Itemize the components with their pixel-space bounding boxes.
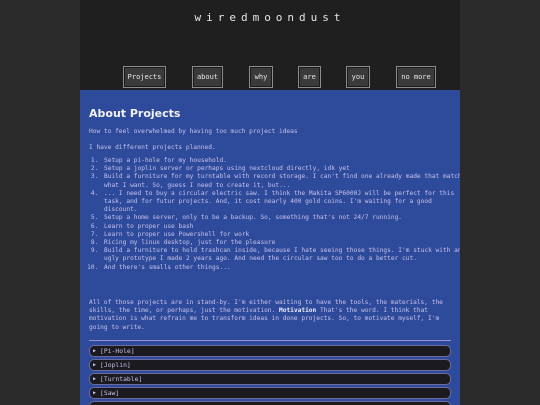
nav-you-button[interactable]: you [346, 66, 370, 88]
motivation-paragraph: All of those projects are in stand-by. I… [89, 299, 451, 332]
nav-no-more-button[interactable]: no more [396, 66, 436, 88]
chevron-right-icon: ▶ [93, 348, 97, 354]
accordion-label: [Pi-Hole] [100, 347, 135, 355]
chevron-right-icon: ▶ [93, 390, 97, 396]
list-item: Setup a pi-hole for my household. [102, 157, 460, 165]
nav-projects-button[interactable]: Projects [123, 66, 166, 88]
list-item: And there's smalls other things... [102, 264, 460, 272]
chevron-right-icon: ▶ [93, 376, 97, 382]
list-item: Build a furniture for my turntable with … [102, 173, 460, 189]
nav-are-button[interactable]: are [298, 66, 321, 88]
site-title: wiredmoondust [194, 11, 346, 24]
chevron-right-icon: ▶ [93, 362, 97, 368]
nav-why-button[interactable]: why [249, 66, 273, 88]
accordion-turntable[interactable]: ▶ [Turntable] [89, 373, 451, 385]
intro-text-2: I have different projects planned. [89, 144, 216, 151]
accordion-saw[interactable]: ▶ [Saw] [89, 387, 451, 399]
intro-text: How to feel overwhelmed by having too mu… [89, 128, 298, 135]
site-header: wiredmoondust Projects about why are you… [80, 0, 460, 90]
list-item: Learn to proper use bash [102, 223, 460, 231]
accordion-label: [Saw] [100, 389, 120, 397]
list-item: Setup a home server, only to be a backup… [102, 214, 460, 222]
divider [89, 340, 451, 341]
accordion-joplin[interactable]: ▶ [Joplin] [89, 359, 451, 371]
list-item: Setup a joplin server or perhaps using n… [102, 165, 460, 173]
accordion-pi-hole[interactable]: ▶ [Pi-Hole] [89, 345, 451, 357]
list-item: Learn to proper use Powershell for work [102, 231, 460, 239]
accordion-next[interactable] [89, 401, 451, 405]
list-item: ... I need to buy a circular electric sa… [102, 190, 460, 215]
list-item: Build a furniture to hold trashcan insid… [102, 247, 460, 263]
page-title: About Projects [89, 107, 181, 120]
main-content: About Projects How to feel overwhelmed b… [80, 90, 460, 405]
project-list: Setup a pi-hole for my household. Setup … [89, 157, 460, 272]
list-item: Ricing my linux desktop, just for the pl… [102, 239, 460, 247]
nav-about-button[interactable]: about [192, 66, 223, 88]
accordion-label: [Turntable] [100, 375, 143, 383]
main-nav: Projects about why are you no more [80, 66, 460, 88]
motivation-emphasis: Motivation [279, 307, 317, 315]
accordion-label: [Joplin] [100, 361, 131, 369]
